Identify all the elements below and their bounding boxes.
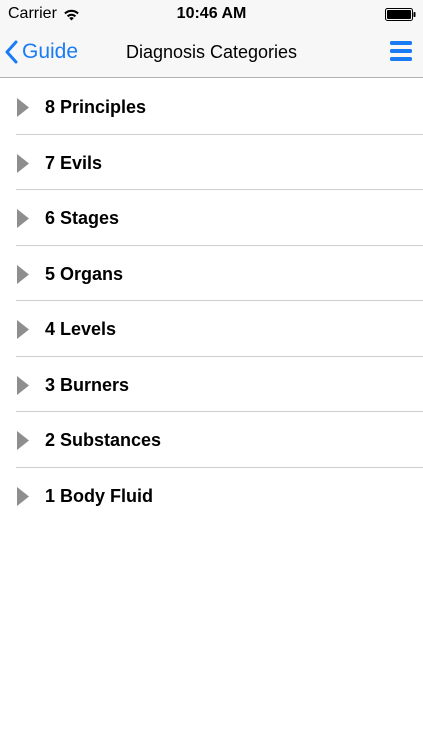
list-item[interactable]: 7 Evils	[0, 135, 423, 191]
battery-icon	[385, 8, 416, 21]
navigation-bar: Guide Diagnosis Categories	[0, 28, 423, 78]
menu-button[interactable]	[390, 41, 412, 61]
category-list: 8 Principles 7 Evils 6 Stages 5 Organs 4…	[0, 79, 423, 523]
menu-bar-middle	[390, 49, 412, 53]
list-item-label: 6 Stages	[45, 208, 120, 228]
menu-bar-top	[390, 41, 412, 45]
list-item-label: 8 Principles	[45, 97, 147, 117]
disclosure-triangle-icon	[17, 209, 29, 228]
list-item-label: 2 Substances	[45, 430, 162, 450]
list-item-label: 3 Burners	[45, 374, 130, 395]
list-item[interactable]: 6 Stages	[0, 190, 423, 246]
list-item[interactable]: 1 Body Fluid	[0, 468, 423, 524]
status-bar: Carrier 10:46 AM	[0, 0, 423, 28]
list-item[interactable]: 3 Burners	[0, 357, 423, 413]
disclosure-triangle-icon	[17, 98, 29, 117]
list-item[interactable]: 4 Levels	[0, 301, 423, 357]
list-item-label: 1 Body Fluid	[45, 485, 153, 506]
screen: Carrier 10:46 AM Guide Diagnosis Categor…	[0, 0, 423, 750]
page-title: Diagnosis Categories	[125, 42, 298, 62]
disclosure-triangle-icon	[17, 153, 29, 173]
list-item[interactable]: 5 Organs	[0, 246, 423, 302]
disclosure-triangle-icon	[17, 486, 29, 506]
disclosure-triangle-icon	[17, 375, 29, 395]
menu-bar-bottom	[390, 57, 412, 61]
list-item[interactable]: 2 Substances	[0, 412, 423, 468]
disclosure-triangle-icon	[17, 264, 29, 284]
disclosure-triangle-icon	[17, 431, 29, 450]
list-item-label: 4 Levels	[45, 319, 117, 339]
status-time: 10:46 AM	[176, 5, 247, 22]
list-item-label: 5 Organs	[45, 263, 124, 284]
disclosure-triangle-icon	[17, 320, 29, 339]
list-item[interactable]: 8 Principles	[0, 79, 423, 135]
list-item-label: 7 Evils	[45, 152, 103, 173]
